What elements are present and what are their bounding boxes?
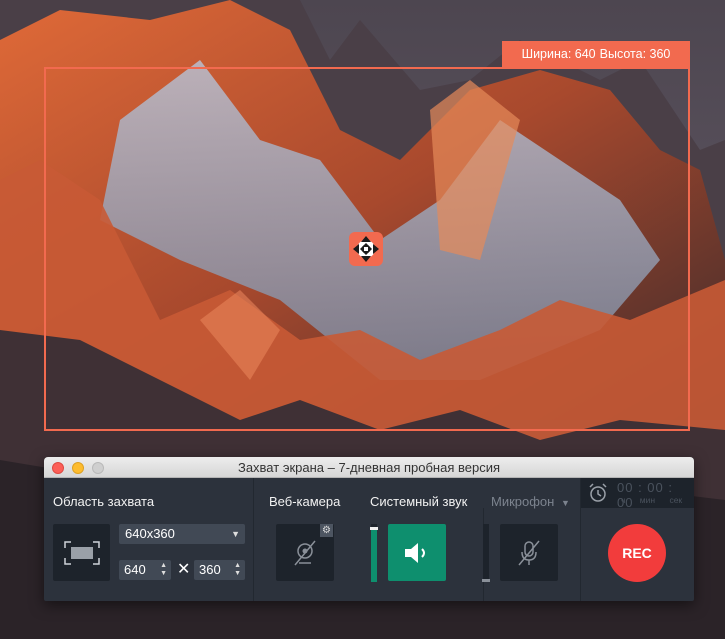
speaker-icon	[405, 542, 425, 563]
capture-preset-dropdown[interactable]: 640x360 ▼	[119, 524, 245, 544]
capture-height-stepper[interactable]: 360 ▲ ▼	[194, 560, 245, 580]
system-audio-level-handle[interactable]	[370, 527, 378, 530]
microphone-label[interactable]: Микрофон ▼	[491, 494, 570, 509]
chevron-down-icon: ▼	[560, 498, 570, 508]
timer-box: 00 : 00 : 00 ч мин сек	[581, 478, 694, 510]
microphone-level	[482, 524, 490, 582]
webcam-off-icon	[294, 540, 316, 565]
capture-height-value: 360	[199, 562, 221, 577]
move-handle-icon[interactable]	[349, 232, 383, 266]
gear-icon[interactable]: ⚙	[320, 524, 333, 537]
system-audio-level-fill	[371, 527, 377, 582]
stepper-arrows-icon[interactable]: ▲ ▼	[160, 562, 167, 578]
divider	[253, 478, 254, 601]
webcam-label: Веб-камера	[269, 494, 341, 509]
capture-size-label: Ширина: 640 Высота: 360	[502, 41, 690, 67]
system-audio-label: Системный звук	[370, 494, 468, 509]
rec-button[interactable]: REC	[608, 524, 666, 582]
timer-units: ч мин сек	[621, 495, 683, 505]
alarm-clock-icon[interactable]	[587, 482, 609, 504]
microphone-label-text: Микрофон	[491, 494, 555, 509]
dimension-separator: ✕	[177, 561, 191, 578]
microphone-level-handle[interactable]	[482, 579, 490, 582]
fullscreen-area-icon	[63, 540, 100, 565]
title-bar: Захват экрана – 7-дневная пробная версия	[44, 457, 694, 478]
fullscreen-area-button[interactable]	[53, 524, 110, 581]
window-title: Захват экрана – 7-дневная пробная версия	[237, 460, 501, 475]
capture-height-label: Высота: 360	[599, 47, 671, 61]
system-audio-toggle-button[interactable]	[388, 524, 446, 581]
stepper-arrows-icon[interactable]: ▲ ▼	[234, 562, 241, 578]
chevron-down-icon: ▼	[231, 529, 240, 539]
capture-control-panel: Захват экрана – 7-дневная пробная версия…	[44, 457, 694, 601]
capture-area-label: Область захвата	[53, 494, 155, 509]
capture-width-stepper[interactable]: 640 ▲ ▼	[119, 560, 171, 580]
microphone-toggle-button[interactable]	[500, 524, 558, 581]
capture-width-label: Ширина: 640	[521, 47, 596, 61]
capture-preset-value: 640x360	[125, 526, 175, 541]
system-audio-level	[370, 524, 378, 582]
capture-width-value: 640	[124, 562, 146, 577]
microphone-off-icon	[518, 540, 540, 565]
